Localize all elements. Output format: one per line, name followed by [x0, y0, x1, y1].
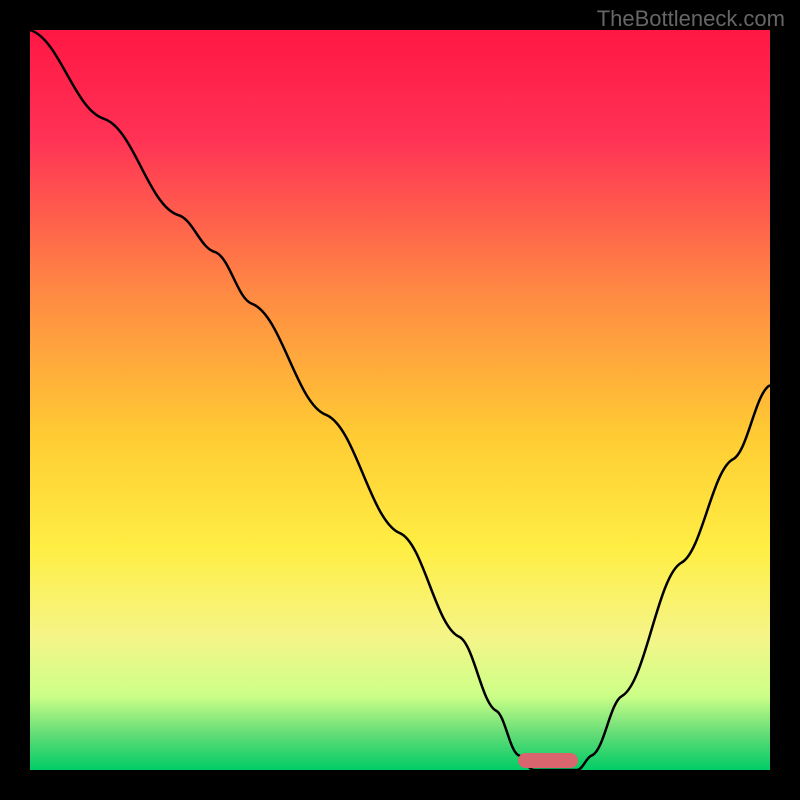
curve-overlay [30, 30, 770, 770]
bottleneck-curve [30, 30, 770, 770]
chart-area [30, 30, 770, 770]
watermark-text: TheBottleneck.com [597, 6, 785, 32]
optimal-marker [518, 753, 577, 768]
